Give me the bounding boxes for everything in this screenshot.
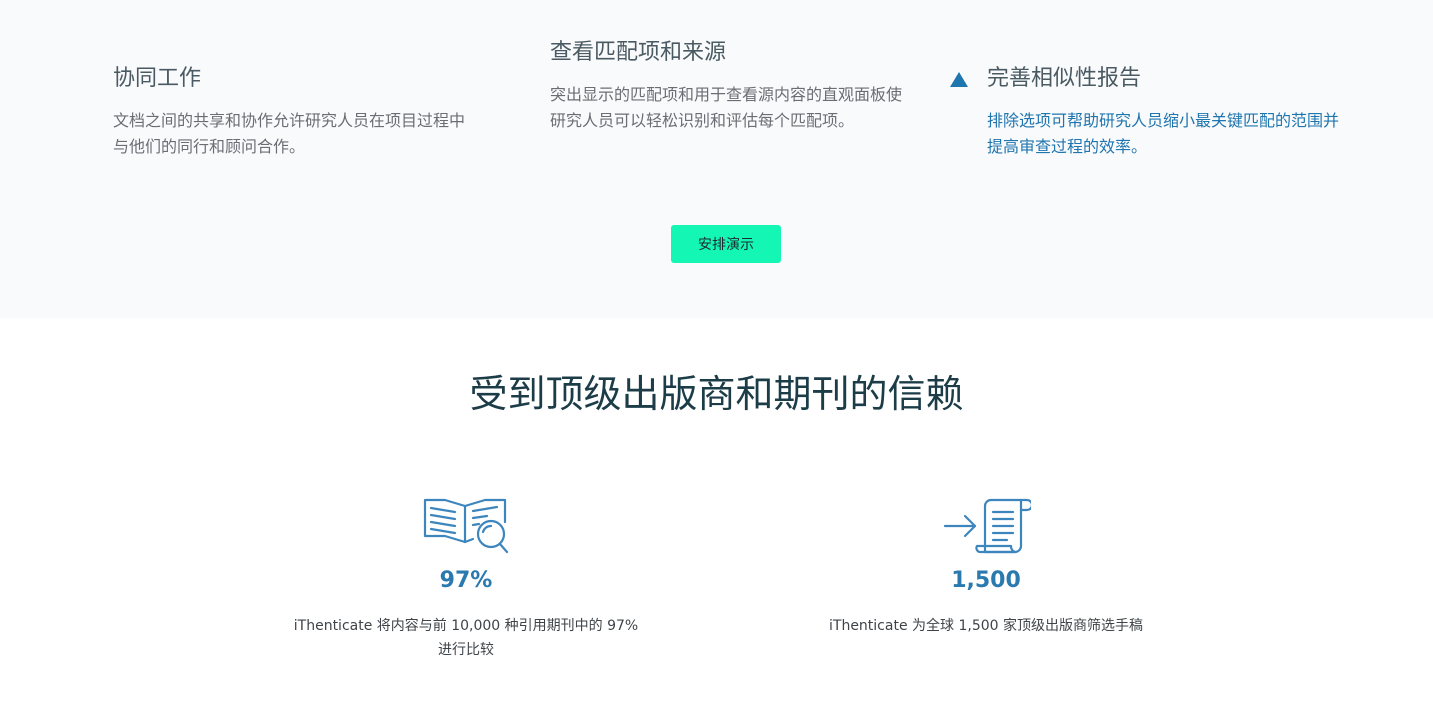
feature-title: 查看匹配项和来源 xyxy=(550,40,727,65)
feature-collaborate[interactable]: 协同工作 文档之间的共享和协作允许研究人员在项目过程中与他们的同行和顾问合作。 xyxy=(113,64,473,160)
stat-value: 1,500 xyxy=(951,568,1021,593)
trust-section-title: 受到顶级出版商和期刊的信赖 xyxy=(469,372,964,416)
arrow-scroll-icon xyxy=(943,498,1031,554)
stat-value: 97% xyxy=(439,568,493,593)
feature-title: 完善相似性报告 xyxy=(987,66,1142,91)
schedule-demo-button[interactable]: 安排演示 xyxy=(671,225,781,263)
triangle-up-icon xyxy=(950,72,968,87)
feature-description: 排除选项可帮助研究人员缩小最关键匹配的范围并提高审查过程的效率。 xyxy=(987,111,1340,156)
stat-description: iThenticate 为全球 1,500 家顶级出版商筛选手稿 xyxy=(829,618,1143,634)
feature-view-matches[interactable]: 查看匹配项和来源 突出显示的匹配项和用于查看源内容的直观面板使研究人员可以轻松识… xyxy=(550,38,910,134)
stat-journals: 97% iThenticate 将内容与前 10,000 种引用期刊中的 97%… xyxy=(286,492,646,662)
feature-refine-report[interactable]: 完善相似性报告 排除选项可帮助研究人员缩小最关键匹配的范围并提高审查过程的效率。 xyxy=(950,64,1347,160)
features-section: 协同工作 文档之间的共享和协作允许研究人员在项目过程中与他们的同行和顾问合作。 … xyxy=(0,0,1433,318)
book-magnifier-icon xyxy=(423,498,509,554)
feature-description: 文档之间的共享和协作允许研究人员在项目过程中与他们的同行和顾问合作。 xyxy=(113,111,466,156)
stat-publishers: 1,500 iThenticate 为全球 1,500 家顶级出版商筛选手稿 xyxy=(806,492,1166,638)
feature-title: 协同工作 xyxy=(113,66,202,91)
stat-description: iThenticate 将内容与前 10,000 种引用期刊中的 97% 进行比… xyxy=(293,618,639,658)
feature-description: 突出显示的匹配项和用于查看源内容的直观面板使研究人员可以轻松识别和评估每个匹配项… xyxy=(550,85,903,130)
